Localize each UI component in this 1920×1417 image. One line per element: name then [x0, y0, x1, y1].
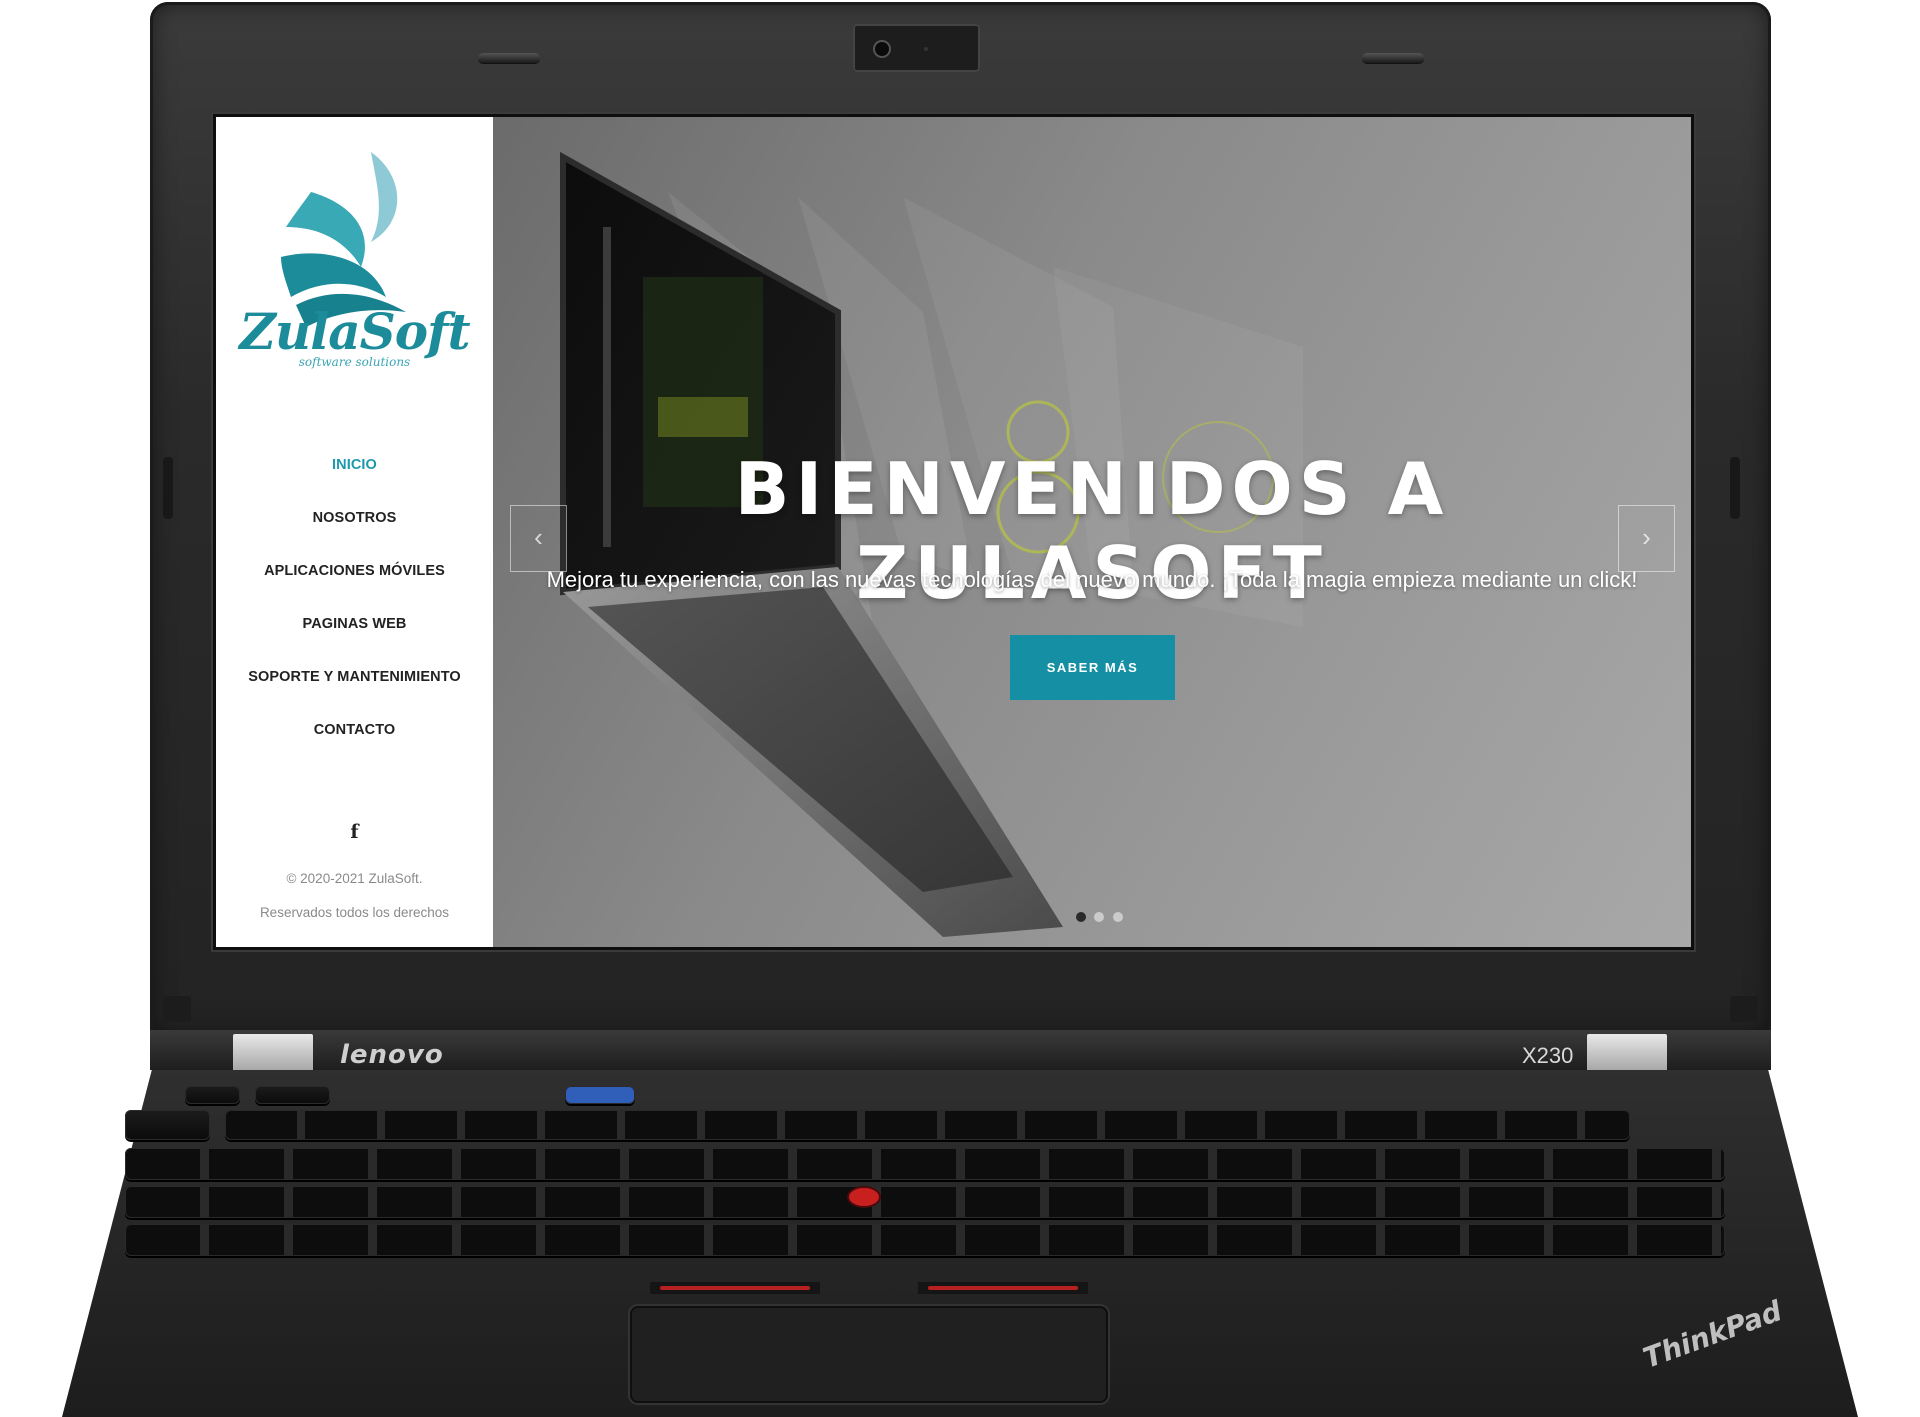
slide-indicators: [1076, 909, 1127, 927]
webcam-led: [924, 47, 928, 51]
webcam-icon: [853, 24, 980, 72]
lid-side-button: [163, 457, 173, 519]
nav-item-aplicaciones-moviles[interactable]: APLICACIONES MÓVILES: [216, 545, 493, 598]
logo-text[interactable]: ZulaSoft: [216, 302, 493, 361]
next-slide-arrow-icon[interactable]: ›: [1618, 505, 1675, 572]
lenovo-logo: lenovo: [340, 1040, 444, 1070]
rights-text: Reservados todos los derechos: [259, 905, 450, 920]
webcam-lens: [875, 42, 889, 56]
nav-item-contacto[interactable]: CONTACTO: [216, 704, 493, 757]
function-keys: [225, 1110, 1630, 1140]
nav-item-inicio[interactable]: INICIO: [216, 439, 493, 492]
trackpoint: [849, 1188, 879, 1206]
number-row: [125, 1148, 1725, 1180]
hero-slider: BIENVENIDOS A ZULASOFT Mejora tu experie…: [493, 117, 1691, 947]
lid-side-button: [1730, 457, 1740, 519]
nav-item-paginas-web[interactable]: PAGINAS WEB: [216, 598, 493, 651]
qwerty-row: [125, 1186, 1725, 1218]
main-nav: INICIO NOSOTROS APLICACIONES MÓVILES PAG…: [216, 439, 493, 757]
esc-key: [125, 1110, 210, 1140]
bezel-screw: [1730, 996, 1758, 1022]
copyright-text: © 2020-2021 ZulaSoft.: [286, 871, 423, 886]
touchpad: [630, 1306, 1108, 1403]
keyboard: [125, 1086, 1795, 1266]
slide-dot[interactable]: [1076, 912, 1086, 922]
trackpoint-left-button: [650, 1282, 820, 1294]
key: [185, 1086, 240, 1104]
laptop-screen: ZulaSoft software solutions INICIO NOSOT…: [216, 117, 1691, 947]
prev-slide-arrow-icon[interactable]: ‹: [510, 505, 567, 572]
trackpoint-right-button: [918, 1282, 1088, 1294]
lid-latch: [478, 53, 540, 63]
saber-mas-button[interactable]: SABER MÁS: [1010, 635, 1175, 700]
slide-dot[interactable]: [1112, 912, 1123, 922]
home-row: [125, 1224, 1725, 1256]
nav-item-soporte-mantenimiento[interactable]: SOPORTE Y MANTENIMIENTO: [216, 651, 493, 704]
thinkvantage-key: [565, 1086, 635, 1104]
slide-dot[interactable]: [1094, 912, 1105, 922]
key: [255, 1086, 330, 1104]
sidebar: ZulaSoft software solutions INICIO NOSOT…: [216, 117, 493, 947]
nav-item-nosotros[interactable]: NOSOTROS: [216, 492, 493, 545]
model-label: X230: [1522, 1043, 1574, 1068]
logo-tagline: software solutions: [298, 355, 411, 369]
bezel-screw: [163, 996, 191, 1022]
lid-latch: [1362, 53, 1424, 63]
hero-subtitle: Mejora tu experiencia, con las nuevas te…: [546, 567, 1638, 592]
facebook-icon[interactable]: f: [216, 821, 493, 843]
